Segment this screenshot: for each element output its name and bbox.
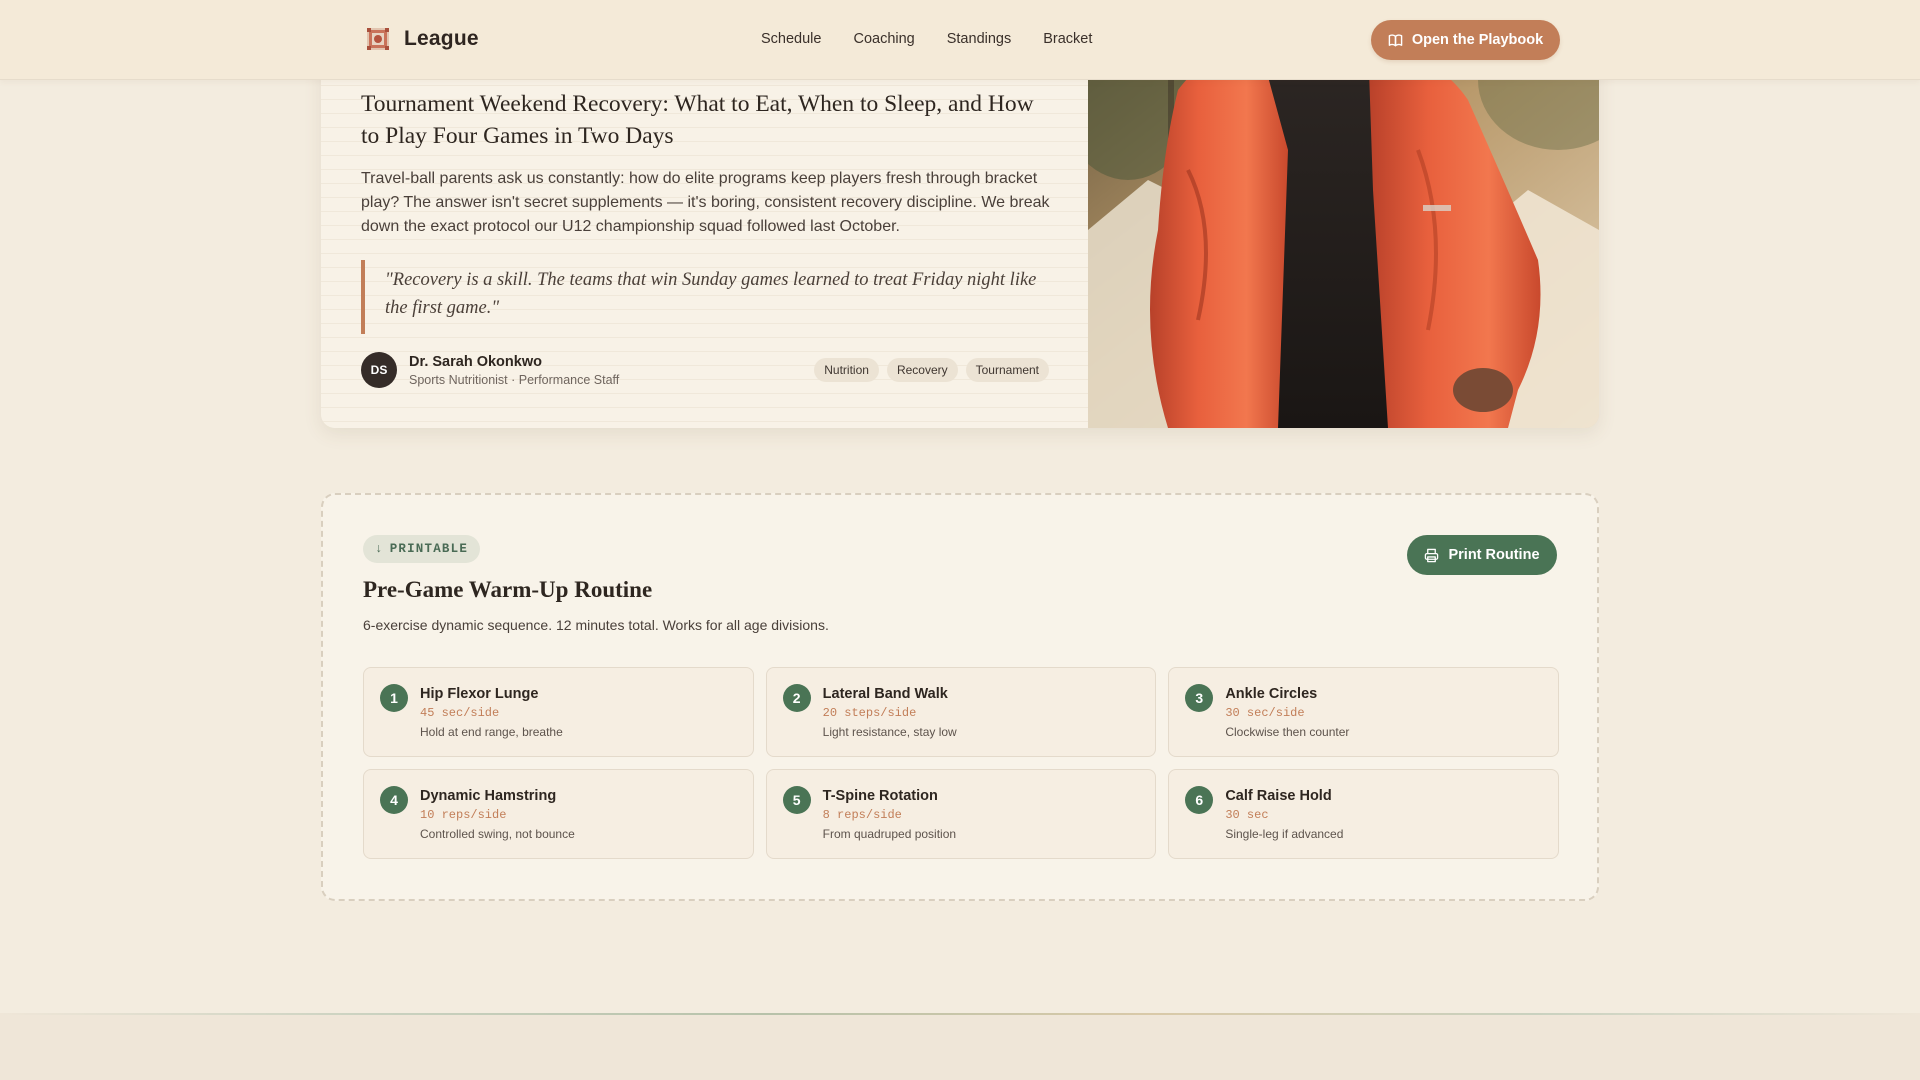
exercise-name: Calf Raise Hold [1225, 788, 1332, 804]
printable-badge: ↓ PRINTABLE [363, 535, 481, 563]
exercise-card: 4 Dynamic Hamstring 10 reps/side Control… [363, 769, 754, 859]
featured-article-card: Tournament Weekend Recovery: What to Eat… [321, 30, 1599, 428]
exercise-card: 5 T-Spine Rotation 8 reps/side From quad… [765, 769, 1157, 859]
nav-link-standings[interactable]: Standings [947, 31, 1012, 47]
exercise-dose: 20 steps/side [822, 706, 917, 720]
league-logo-icon [367, 28, 389, 50]
exercise-note: Clockwise then counter [1225, 725, 1350, 739]
article-body: Tournament Weekend Recovery: What to Eat… [321, 30, 1088, 428]
top-navigation-bar: League Schedule Coaching Standings Brack… [0, 0, 1920, 80]
open-playbook-button[interactable]: Open the Playbook [1371, 20, 1560, 60]
footer-band [0, 1013, 1920, 1080]
nav-link-bracket[interactable]: Bracket [1043, 31, 1092, 47]
exercise-number: 2 [782, 684, 811, 712]
exercise-note: Controlled swing, not bounce [420, 827, 575, 841]
footer-divider [0, 1013, 1920, 1015]
exercise-number: 4 [380, 786, 408, 814]
book-icon [1388, 33, 1403, 46]
article-photo [1088, 30, 1599, 428]
exercise-note: Single-leg if advanced [1225, 827, 1344, 841]
tag-list: Nutrition Recovery Tournament [814, 358, 1049, 382]
brand-name: League [404, 27, 479, 50]
exercise-number: 1 [380, 684, 408, 712]
brand[interactable]: League [366, 27, 479, 51]
author-role: Sports Nutritionist · Performance Staff [409, 372, 620, 387]
exercise-note: Hold at end range, breathe [420, 725, 563, 739]
print-routine-label: Print Routine [1448, 547, 1540, 563]
exercise-name: Dynamic Hamstring [420, 788, 557, 804]
exercise-grid: 1 Hip Flexor Lunge 45 sec/side Hold at e… [363, 667, 1559, 859]
exercise-number: 5 [782, 786, 811, 814]
tag-nutrition[interactable]: Nutrition [814, 358, 879, 382]
exercise-card: 6 Calf Raise Hold 30 sec Single-leg if a… [1168, 769, 1559, 859]
article-title[interactable]: Tournament Weekend Recovery: What to Eat… [361, 88, 1041, 152]
exercise-dose: 10 reps/side [420, 808, 507, 822]
exercise-name: Ankle Circles [1225, 686, 1318, 702]
author-byline: DS Dr. Sarah Okonkwo Sports Nutritionist… [361, 352, 619, 388]
warm-up-routine-card: ↓ PRINTABLE Print Routine Pre-Game Warm-… [321, 493, 1599, 901]
download-arrow-icon: ↓ [375, 542, 384, 556]
exercise-card: 3 Ankle Circles 30 sec/side Clockwise th… [1168, 667, 1559, 757]
exercise-number: 3 [1185, 684, 1214, 712]
exercise-card: 1 Hip Flexor Lunge 45 sec/side Hold at e… [363, 667, 754, 757]
exercise-card: 2 Lateral Band Walk 20 steps/side Light … [765, 667, 1157, 757]
exercise-dose: 30 sec [1225, 808, 1269, 822]
exercise-dose: 30 sec/side [1225, 706, 1305, 720]
avatar: DS [361, 352, 397, 388]
main-nav: Schedule Coaching Standings Bracket [761, 31, 1092, 47]
routine-title: Pre-Game Warm-Up Routine [363, 577, 653, 602]
open-playbook-label: Open the Playbook [1411, 32, 1544, 48]
routine-subtitle: 6-exercise dynamic sequence. 12 minutes … [363, 617, 829, 633]
printable-badge-label: PRINTABLE [389, 542, 469, 556]
exercise-name: Hip Flexor Lunge [420, 686, 539, 702]
tag-tournament[interactable]: Tournament [965, 358, 1049, 382]
printer-icon [1425, 548, 1439, 562]
nav-link-schedule[interactable]: Schedule [761, 31, 821, 47]
exercise-note: Light resistance, stay low [822, 725, 957, 739]
exercise-note: From quadruped position [822, 827, 957, 841]
print-routine-button[interactable]: Print Routine [1407, 535, 1557, 575]
exercise-name: T-Spine Rotation [822, 788, 938, 804]
author-info: Dr. Sarah Okonkwo Sports Nutritionist · … [409, 354, 619, 387]
article-lead: Travel-ball parents ask us constantly: h… [361, 170, 1050, 235]
author-name: Dr. Sarah Okonkwo [409, 353, 542, 370]
exercise-name: Lateral Band Walk [822, 686, 948, 702]
exercise-dose: 45 sec/side [420, 706, 500, 720]
tag-recovery[interactable]: Recovery [886, 358, 958, 382]
pull-quote: "Recovery is a skill. The teams that win… [361, 260, 1061, 334]
nav-link-coaching[interactable]: Coaching [853, 31, 914, 47]
exercise-dose: 8 reps/side [822, 808, 902, 822]
athlete-photo-illustration [1088, 30, 1599, 428]
exercise-number: 6 [1185, 786, 1214, 814]
